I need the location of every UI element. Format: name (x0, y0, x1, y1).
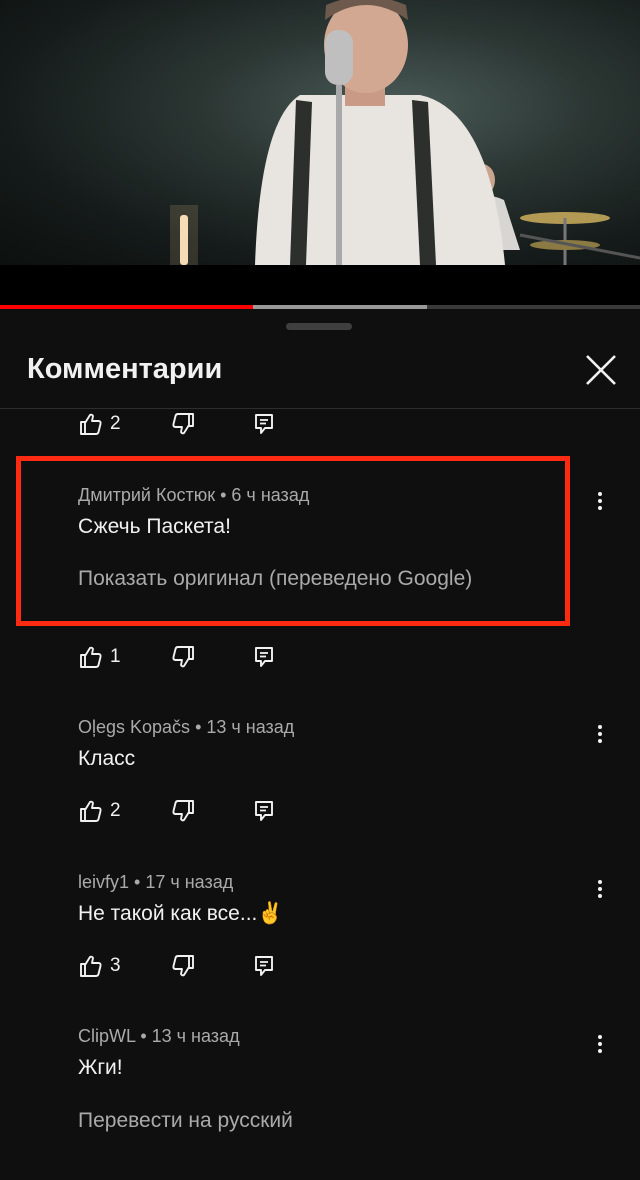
reply-icon (255, 801, 273, 821)
comment-author[interactable]: leivfy1 (78, 872, 129, 892)
dislike-button[interactable] (170, 798, 196, 824)
comment-time: 13 ч назад (151, 1026, 240, 1046)
more-dot (598, 894, 602, 898)
dislike-button[interactable] (170, 644, 196, 670)
like-button[interactable]: 2 (78, 798, 121, 824)
thumbs-down-icon (172, 646, 194, 668)
comment-time: 6 ч назад (231, 485, 310, 505)
more-dot (598, 732, 602, 736)
reply-icon (255, 956, 273, 976)
comment-actions: 2 (78, 796, 121, 826)
reply-button[interactable] (252, 412, 276, 436)
comment-text: Класс (78, 747, 136, 770)
comment-actions-dislike (170, 796, 196, 826)
show-original-link[interactable]: Показать оригинал (переведено Google) (78, 567, 472, 591)
more-dot (598, 499, 602, 503)
like-button[interactable]: 1 (78, 644, 121, 670)
meta-separator: • (190, 717, 207, 737)
comment-time: 13 ч назад (206, 717, 295, 737)
victory-hand-emoji: ✌️ (257, 902, 284, 925)
comment-actions-dislike (170, 951, 196, 981)
thumbs-down-icon (172, 800, 194, 822)
meta-separator: • (215, 485, 232, 505)
more-dot (598, 1042, 602, 1046)
drag-handle[interactable] (286, 323, 352, 330)
comment-more-button[interactable] (588, 1029, 612, 1059)
comment-text: Жги! (78, 1056, 123, 1079)
comment-text: Сжечь Паскета! (78, 515, 231, 538)
comment-author[interactable]: ClipWL (78, 1026, 135, 1046)
comment-more-button[interactable] (588, 486, 612, 516)
dislike-button[interactable] (170, 411, 196, 437)
like-count: 3 (110, 955, 121, 976)
like-button[interactable]: 2 (78, 411, 121, 437)
comment-meta: Oļegs Kopačs • 13 ч назад (78, 717, 294, 738)
highlight-box (16, 456, 570, 626)
comment-actions: 1 (78, 642, 121, 672)
more-dot (598, 1049, 602, 1053)
comment-actions-reply (252, 951, 276, 981)
like-count: 1 (110, 646, 121, 667)
thumbs-up-icon (80, 800, 102, 822)
comment-actions-reply (252, 642, 276, 672)
comment-actions-dislike (170, 642, 196, 672)
video-letterbox (0, 265, 640, 305)
comment-time: 17 ч назад (145, 872, 234, 892)
dislike-button[interactable] (170, 953, 196, 979)
meta-separator: • (135, 1026, 152, 1046)
reply-button[interactable] (252, 954, 276, 978)
comment-meta: ClipWL • 13 ч назад (78, 1026, 240, 1047)
comment-actions-reply (252, 796, 276, 826)
more-dot (598, 725, 602, 729)
comment-meta: Дмитрий Костюк • 6 ч назад (78, 485, 309, 506)
more-dot (598, 887, 602, 891)
comment-author[interactable]: Oļegs Kopačs (78, 717, 190, 737)
reply-button[interactable] (252, 799, 276, 823)
like-button[interactable]: 3 (78, 953, 121, 979)
comment-actions-dislike (170, 409, 196, 439)
like-count: 2 (110, 800, 121, 821)
video-player[interactable] (0, 0, 640, 265)
more-dot (598, 506, 602, 510)
thumbs-down-icon (172, 955, 194, 977)
reply-icon (255, 647, 273, 667)
like-count: 2 (110, 413, 121, 434)
comment-text-body: Не такой как все... (78, 902, 258, 925)
video-frame (170, 0, 640, 265)
comments-sheet: Комментарии 2 Дмитрий Костюк • 6 ч назад… (0, 309, 640, 1180)
reply-button[interactable] (252, 645, 276, 669)
comment-actions-reply (252, 409, 276, 439)
comment-text: Не такой как все...✌️ (78, 902, 284, 926)
thumbs-up-icon (80, 955, 102, 977)
close-button[interactable] (578, 347, 624, 393)
more-dot (598, 1035, 602, 1039)
more-dot (598, 880, 602, 884)
reply-icon (255, 414, 273, 434)
translate-link[interactable]: Перевести на русский (78, 1109, 293, 1133)
thumbs-up-icon (80, 413, 102, 435)
comment-meta: leivfy1 • 17 ч назад (78, 872, 233, 893)
sheet-title: Комментарии (27, 353, 223, 385)
thumbs-up-icon (80, 646, 102, 668)
comment-actions: 2 (78, 409, 121, 439)
comment-more-button[interactable] (588, 874, 612, 904)
comment-actions: 3 (78, 951, 121, 981)
more-dot (598, 492, 602, 496)
more-dot (598, 739, 602, 743)
comment-more-button[interactable] (588, 719, 612, 749)
meta-separator: • (129, 872, 146, 892)
close-icon (586, 355, 616, 385)
thumbs-down-icon (172, 413, 194, 435)
comment-author[interactable]: Дмитрий Костюк (78, 485, 215, 505)
